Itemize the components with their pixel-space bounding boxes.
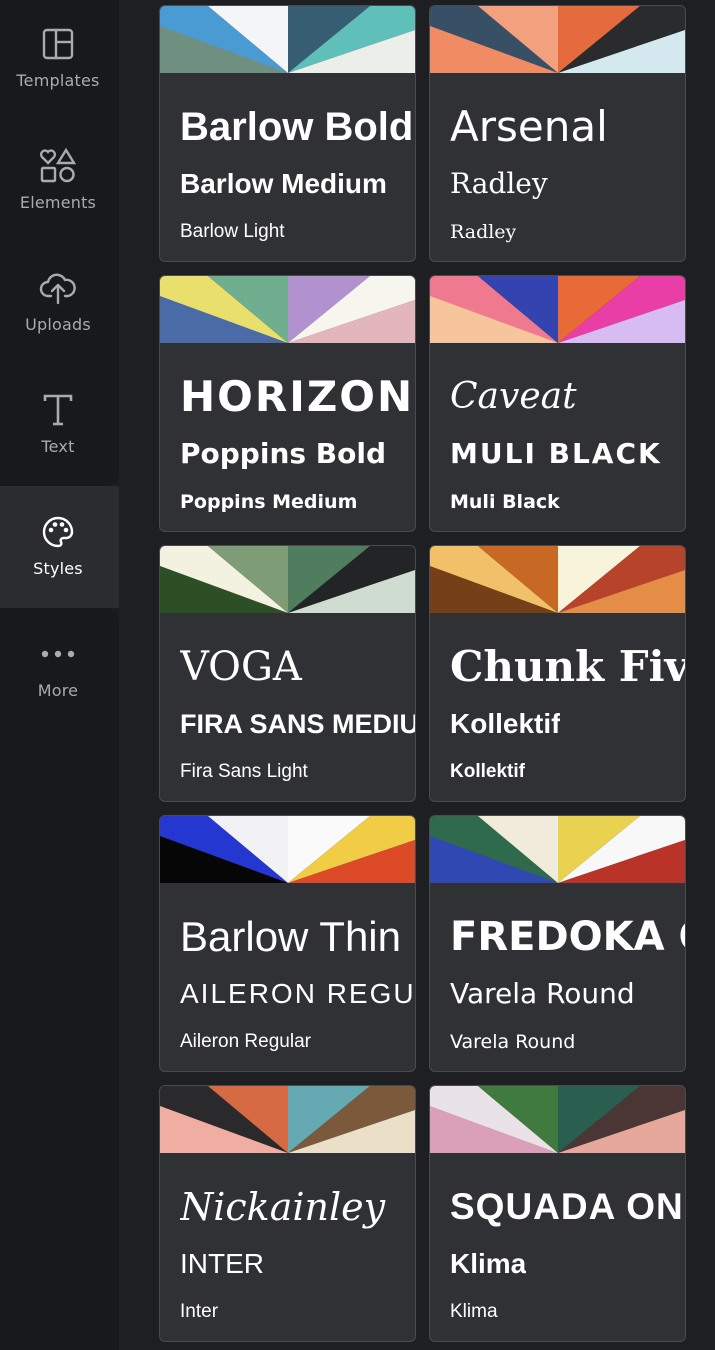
subheading-font-preview: INTER bbox=[180, 1248, 264, 1279]
color-palette-banner bbox=[160, 276, 415, 343]
subheading-font-preview: Kollektif bbox=[450, 708, 561, 739]
body-font-preview: Inter bbox=[180, 1301, 219, 1322]
sidebar-item-label: Text bbox=[41, 436, 75, 456]
sidebar-item-uploads[interactable]: Uploads bbox=[0, 240, 116, 362]
color-palette-banner bbox=[160, 546, 415, 613]
heading-font-preview: Barlow Bold bbox=[180, 105, 414, 149]
heading-font-preview: Nickainley bbox=[180, 1185, 386, 1229]
color-palette-banner bbox=[160, 6, 415, 73]
sidebar-item-label: Uploads bbox=[25, 314, 91, 334]
body-font-preview: Klima bbox=[450, 1301, 498, 1322]
subheading-font-preview: Klima bbox=[450, 1248, 527, 1279]
body-font-preview: Kollektif bbox=[450, 761, 525, 782]
heading-font-preview: Arsenal bbox=[450, 102, 608, 151]
color-palette-banner bbox=[160, 816, 415, 883]
style-card[interactable]: Barlow Bold Barlow Medium Barlow Light bbox=[159, 5, 416, 262]
sidebar-item-more[interactable]: More bbox=[0, 606, 116, 728]
heading-font-preview: SQUADA ONE bbox=[450, 1186, 685, 1227]
body-font-preview: Aileron Regular bbox=[180, 1031, 311, 1052]
style-card[interactable]: Barlow Thin AILERON REGULAR Aileron Regu… bbox=[159, 815, 416, 1072]
style-card[interactable]: HORIZON Poppins Bold Poppins Medium bbox=[159, 275, 416, 532]
sidebar-item-text[interactable]: Text bbox=[0, 362, 116, 484]
color-palette-banner bbox=[430, 1086, 685, 1153]
heading-font-preview: Barlow Thin bbox=[180, 913, 401, 960]
body-font-preview: Varela Round bbox=[450, 1031, 576, 1053]
style-card[interactable]: Chunk Five Kollektif Kollektif bbox=[429, 545, 686, 802]
color-palette-banner bbox=[430, 546, 685, 613]
more-dots-icon bbox=[39, 635, 77, 673]
sidebar-item-styles[interactable]: Styles bbox=[0, 484, 116, 606]
color-palette-banner bbox=[430, 276, 685, 343]
subheading-font-preview: Varela Round bbox=[450, 977, 635, 1010]
text-icon bbox=[39, 391, 77, 429]
heading-font-preview: HORIZON bbox=[180, 372, 415, 421]
subheading-font-preview: FIRA SANS MEDIUM bbox=[180, 709, 415, 739]
templates-icon bbox=[39, 25, 77, 63]
color-palette-banner bbox=[430, 816, 685, 883]
subheading-font-preview: Barlow Medium bbox=[180, 168, 387, 199]
sidebar-item-label: Styles bbox=[33, 558, 83, 578]
palette-icon bbox=[39, 513, 77, 551]
style-card[interactable]: Caveat MULI BLACK Muli Black bbox=[429, 275, 686, 532]
body-font-preview: Barlow Light bbox=[180, 221, 285, 242]
sidebar-item-label: Elements bbox=[19, 192, 97, 212]
sidebar-item-label: More bbox=[37, 680, 79, 700]
heading-font-preview: FREDOKA ONE bbox=[450, 914, 685, 960]
body-font-preview: Muli Black bbox=[450, 491, 560, 513]
sidebar-item-elements[interactable]: Elements bbox=[0, 118, 116, 240]
style-card[interactable]: Nickainley INTER Inter bbox=[159, 1085, 416, 1342]
elements-icon bbox=[39, 147, 77, 185]
body-font-preview: Fira Sans Light bbox=[180, 761, 308, 782]
sidebar-item-label: Templates bbox=[16, 70, 100, 90]
color-palette-banner bbox=[160, 1086, 415, 1153]
heading-font-preview: Caveat bbox=[450, 376, 577, 417]
style-card[interactable]: FREDOKA ONE Varela Round Varela Round bbox=[429, 815, 686, 1072]
sidebar-item-templates[interactable]: Templates bbox=[0, 0, 116, 118]
left-sidebar: Templates Elements Uploads Text Styles M… bbox=[0, 0, 119, 1350]
subheading-font-preview: Radley bbox=[450, 167, 548, 200]
heading-font-preview: Chunk Five bbox=[450, 642, 685, 691]
color-palette-banner bbox=[430, 6, 685, 73]
body-font-preview: Poppins Medium bbox=[180, 491, 358, 513]
style-card[interactable]: VOGA FIRA SANS MEDIUM Fira Sans Light bbox=[159, 545, 416, 802]
style-card[interactable]: SQUADA ONE Klima Klima bbox=[429, 1085, 686, 1342]
heading-font-preview: VOGA bbox=[180, 644, 302, 690]
style-card[interactable]: Arsenal Radley Radley bbox=[429, 5, 686, 262]
upload-cloud-icon bbox=[39, 269, 77, 307]
subheading-font-preview: MULI BLACK bbox=[450, 437, 662, 470]
body-font-preview: Radley bbox=[450, 221, 517, 243]
subheading-font-preview: Poppins Bold bbox=[180, 437, 387, 470]
subheading-font-preview: AILERON REGULAR bbox=[180, 978, 415, 1009]
